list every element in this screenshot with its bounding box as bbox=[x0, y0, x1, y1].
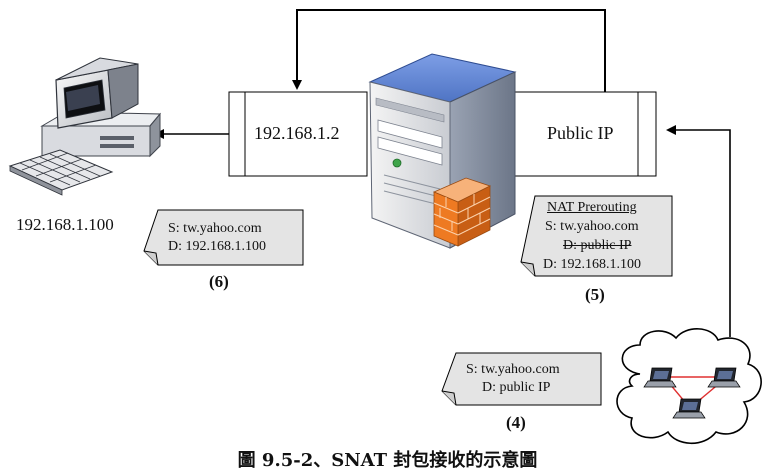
desktop-computer-icon bbox=[8, 57, 162, 196]
nat-prerouting-heading: NAT Prerouting bbox=[547, 200, 637, 215]
packet-6-destination: D: 192.168.1.100 bbox=[168, 239, 266, 254]
arrow-from-internet bbox=[666, 125, 731, 337]
packet-5-destination-after: D: 192.168.1.100 bbox=[543, 257, 641, 272]
internal-interface-label: 192.168.1.2 bbox=[254, 123, 340, 143]
internal-host-ip: 192.168.1.100 bbox=[16, 215, 114, 234]
step-4-label: (4) bbox=[506, 413, 526, 432]
packet-4-destination: D: public IP bbox=[482, 380, 551, 395]
step-6-label: (6) bbox=[209, 272, 229, 291]
internet-cloud-icon bbox=[616, 328, 762, 444]
public-interface-label: Public IP bbox=[547, 123, 614, 143]
packet-5-destination-before: D: public IP bbox=[563, 238, 632, 253]
packet-4-source: S: tw.yahoo.com bbox=[466, 362, 560, 377]
packet-6-source: S: tw.yahoo.com bbox=[168, 221, 262, 236]
firewall-icon bbox=[432, 177, 492, 247]
packet-5-source: S: tw.yahoo.com bbox=[545, 219, 639, 234]
step-5-label: (5) bbox=[585, 285, 605, 304]
figure-caption: 圖 9.5-2、SNAT 封包接收的示意圖 bbox=[237, 450, 538, 471]
